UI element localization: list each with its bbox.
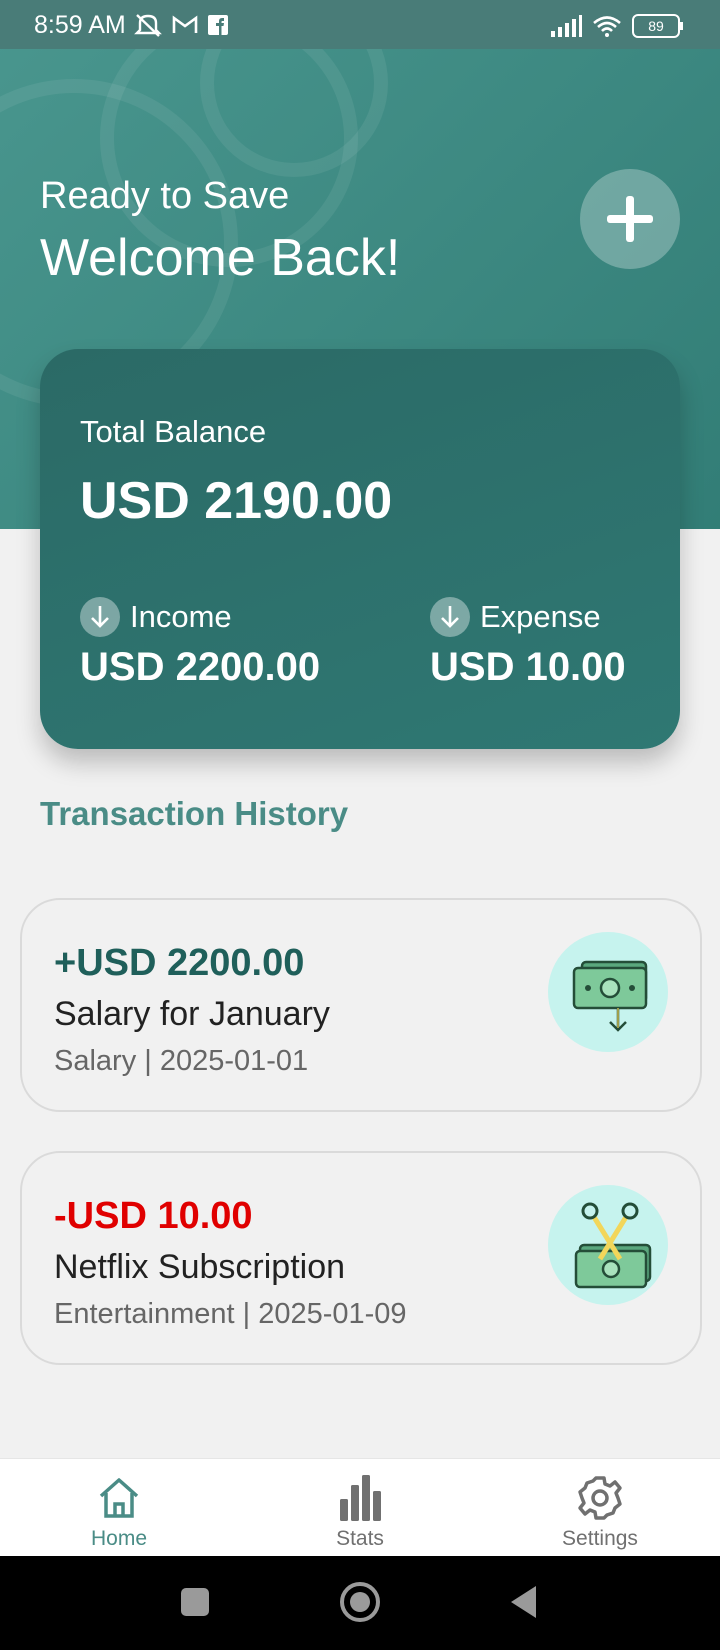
add-transaction-button[interactable] bbox=[580, 169, 680, 269]
mute-icon bbox=[134, 14, 162, 37]
total-balance-label: Total Balance bbox=[80, 414, 267, 449]
gear-icon bbox=[578, 1476, 622, 1520]
nav-settings[interactable]: Settings bbox=[520, 1459, 680, 1557]
transaction-title: Netflix Subscription bbox=[54, 1248, 346, 1286]
battery-level: 89 bbox=[648, 18, 664, 34]
transaction-history-title: Transaction History bbox=[40, 795, 349, 832]
expense-scissors-money-icon bbox=[548, 1185, 668, 1305]
greeting-subtitle: Ready to Save bbox=[40, 175, 290, 217]
transaction-meta: Entertainment | 2025-01-09 bbox=[54, 1298, 407, 1330]
home-system-button[interactable] bbox=[340, 1582, 380, 1622]
nav-home-label: Home bbox=[90, 1527, 148, 1550]
transaction-amount: +USD 2200.00 bbox=[54, 942, 305, 984]
expense-label: Expense bbox=[480, 599, 601, 634]
total-balance-value: USD 2190.00 bbox=[80, 472, 393, 530]
nav-stats-label: Stats bbox=[336, 1527, 384, 1550]
home-icon bbox=[99, 1478, 139, 1518]
transaction-meta: Salary | 2025-01-01 bbox=[54, 1045, 309, 1077]
arrow-down-icon bbox=[430, 597, 470, 637]
salary-money-icon bbox=[548, 932, 668, 1052]
bar-chart-icon bbox=[340, 1475, 381, 1521]
back-button[interactable] bbox=[508, 1584, 538, 1620]
balance-card: Total Balance USD 2190.00 Income USD 220… bbox=[40, 349, 680, 749]
status-bar: 8:59 AM 89 bbox=[0, 0, 720, 49]
gmail-icon bbox=[172, 15, 198, 33]
income-label: Income bbox=[130, 599, 232, 634]
income-value: USD 2200.00 bbox=[80, 645, 321, 689]
greeting-title: Welcome Back! bbox=[40, 229, 401, 287]
expense-header: Expense bbox=[430, 597, 601, 637]
plus-icon bbox=[607, 196, 653, 242]
income-header: Income bbox=[80, 597, 232, 637]
battery-icon: 89 bbox=[632, 14, 683, 38]
facebook-icon bbox=[208, 15, 228, 35]
arrow-down-icon bbox=[80, 597, 120, 637]
transaction-card[interactable]: -USD 10.00 Netflix Subscription Entertai… bbox=[20, 1151, 702, 1365]
transaction-card[interactable]: +USD 2200.00 Salary for January Salary |… bbox=[20, 898, 702, 1112]
signal-icon bbox=[551, 15, 582, 37]
bottom-nav: Home Stats Settings bbox=[0, 1458, 720, 1557]
wifi-icon bbox=[593, 16, 621, 37]
nav-home[interactable]: Home bbox=[39, 1459, 199, 1557]
nav-settings-label: Settings bbox=[562, 1527, 638, 1550]
transaction-amount: -USD 10.00 bbox=[54, 1195, 253, 1237]
recent-apps-button[interactable] bbox=[181, 1588, 209, 1616]
transaction-title: Salary for January bbox=[54, 995, 330, 1033]
expense-value: USD 10.00 bbox=[430, 645, 626, 689]
system-navigation-bar bbox=[0, 1556, 720, 1650]
nav-stats[interactable]: Stats bbox=[280, 1459, 440, 1557]
status-time: 8:59 AM bbox=[34, 11, 126, 39]
